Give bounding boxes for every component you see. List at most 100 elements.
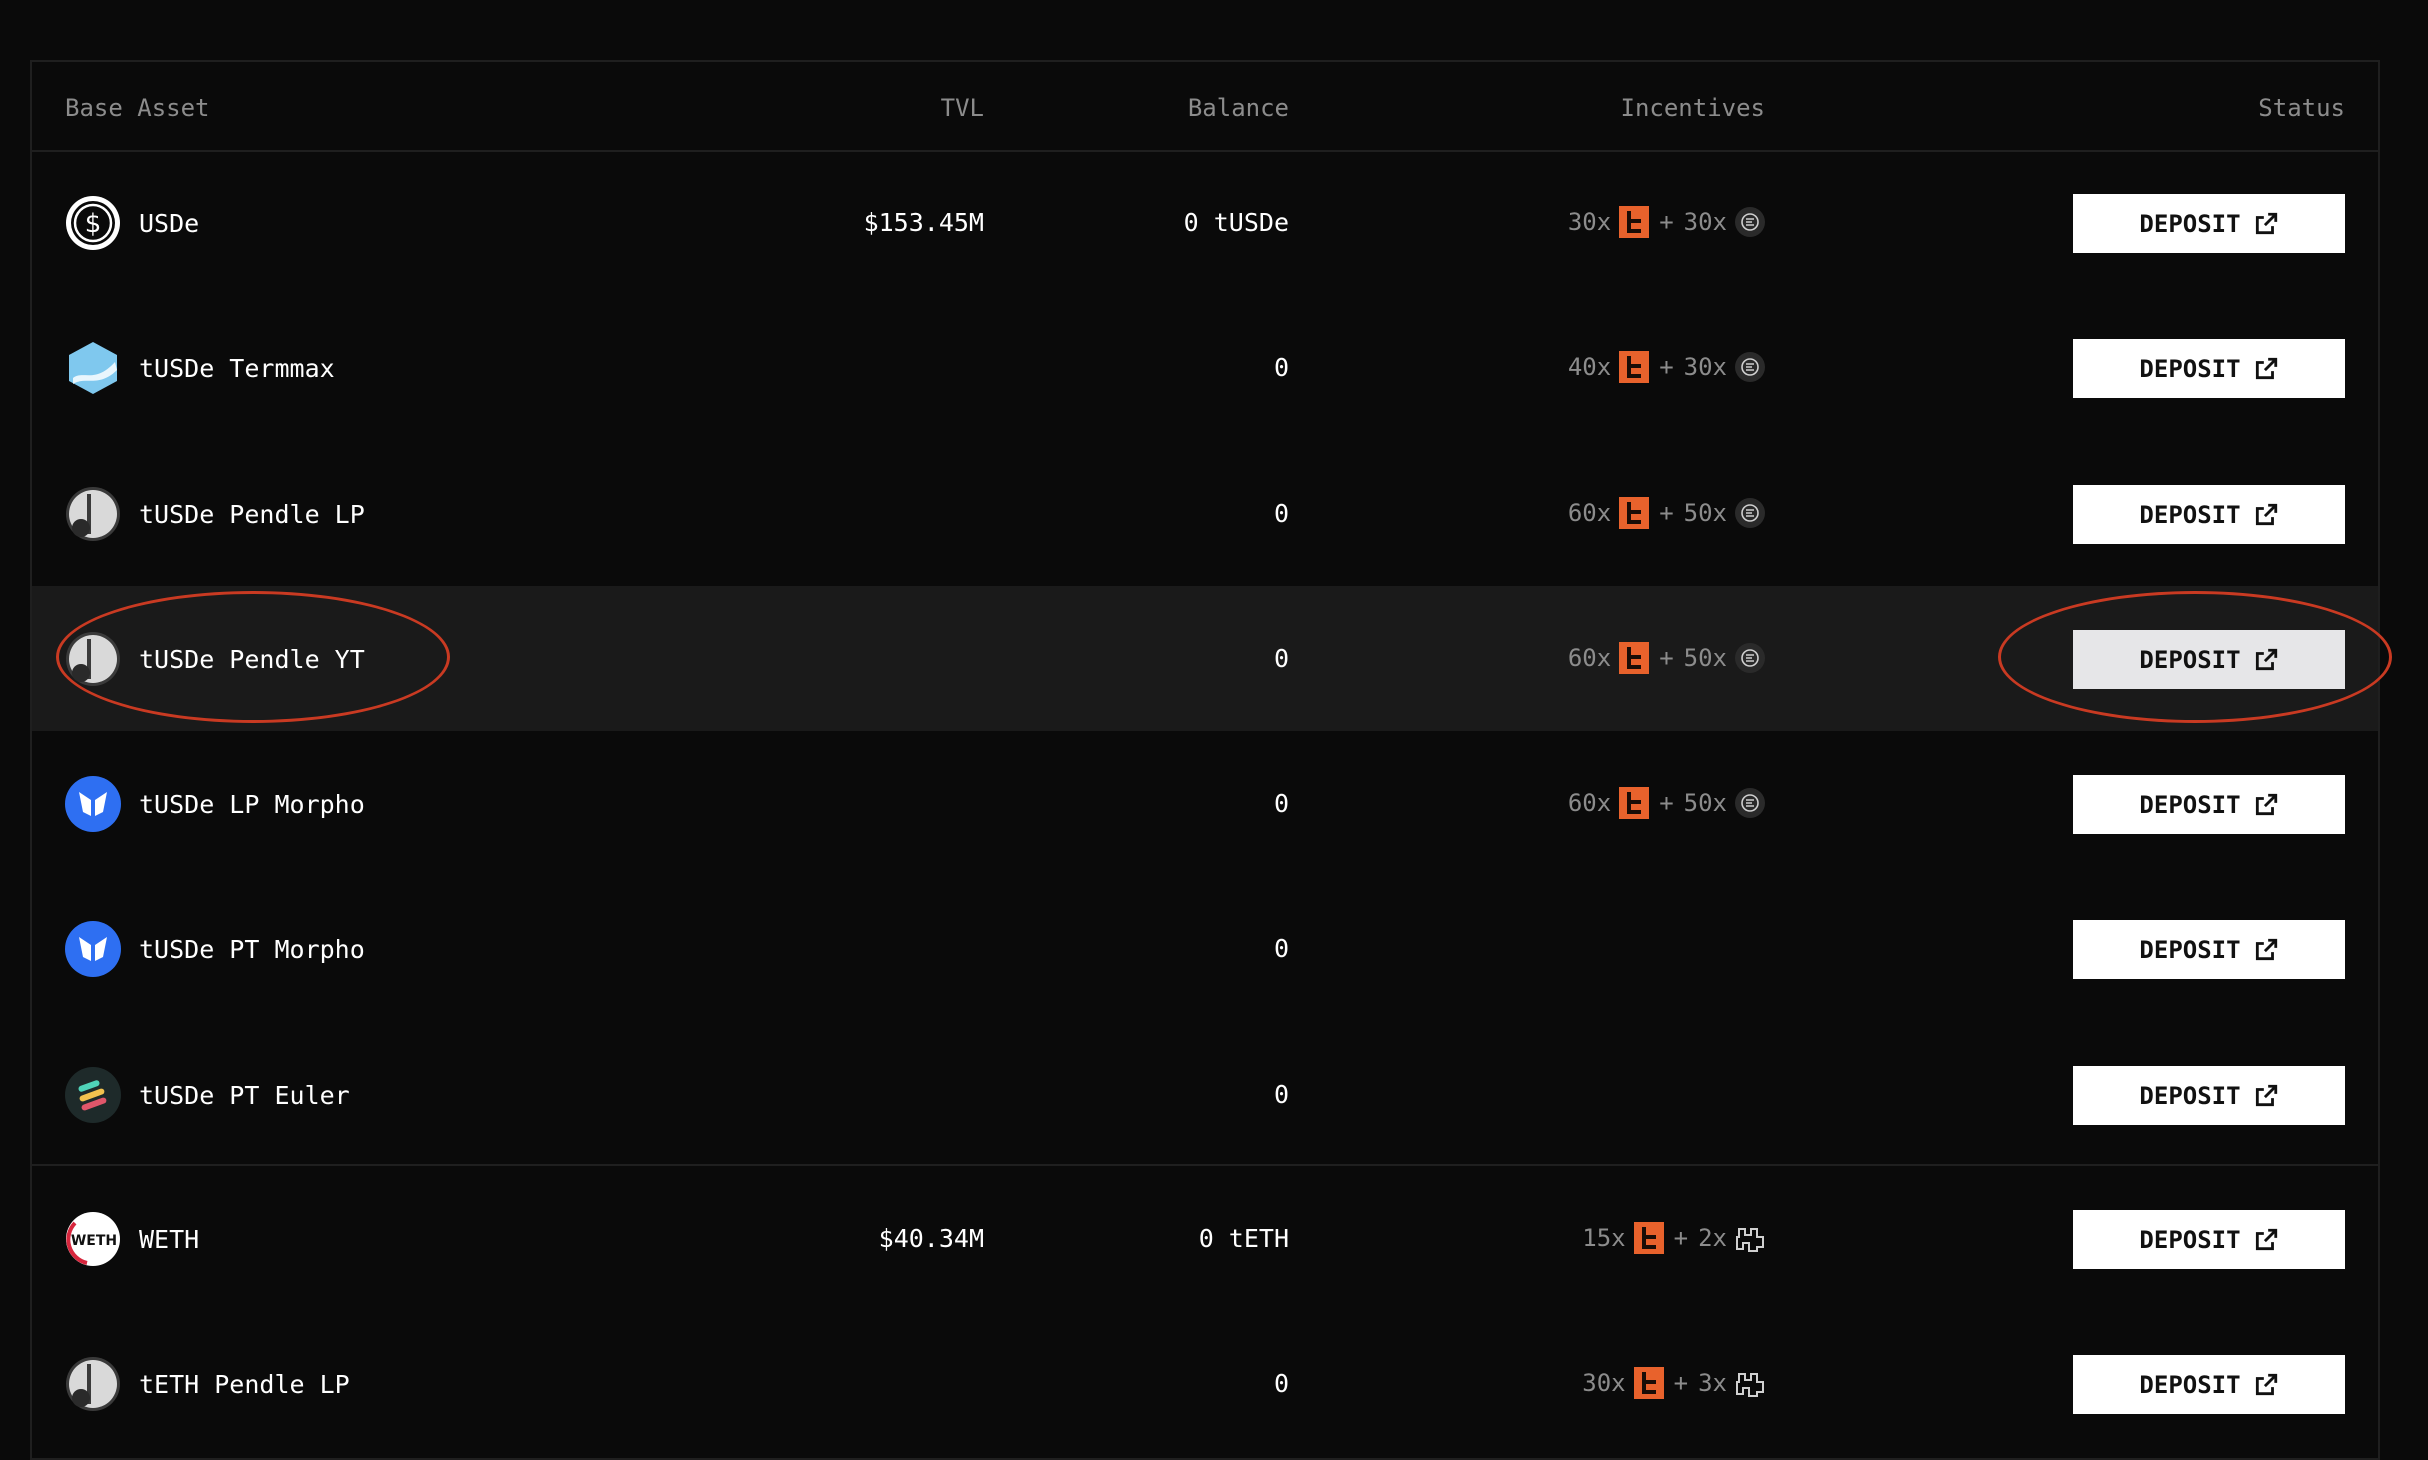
points-token-icon [1619, 642, 1650, 674]
deposit-button[interactable]: DEPOSIT [2073, 630, 2345, 689]
external-link-icon [2255, 648, 2277, 670]
incentive-multiplier-secondary: 30x [1683, 353, 1727, 381]
balance-value: 0 tETH [1198, 1224, 1289, 1253]
base-asset: $ USDe [65, 194, 199, 252]
asset-name: tUSDe PT Euler [139, 1080, 350, 1110]
external-link-icon [2255, 793, 2277, 815]
incentives: 40x +30x [1568, 349, 1765, 385]
ethena-icon [1735, 498, 1765, 528]
deposit-button[interactable]: DEPOSIT [2073, 194, 2345, 253]
assets-table: Base Asset TVL Balance Incentives Status… [30, 60, 2380, 1460]
eigen-icon [1735, 1223, 1765, 1253]
table-row: tUSDe Pendle LP 0 60x +50x DEPOSIT [32, 441, 2378, 586]
base-asset: tUSDe PT Morpho [65, 920, 365, 978]
deposit-label: DEPOSIT [2139, 209, 2241, 238]
ethena-icon [1735, 352, 1765, 382]
base-asset: tETH Pendle LP [65, 1355, 350, 1413]
deposit-label: DEPOSIT [2139, 354, 2241, 383]
incentive-multiplier-primary: 60x [1567, 644, 1612, 672]
asset-name: tUSDe Pendle LP [139, 499, 365, 529]
incentive-multiplier-primary: 60x [1567, 789, 1612, 817]
deposit-button[interactable]: DEPOSIT [2073, 920, 2345, 979]
external-link-icon [2255, 503, 2277, 525]
pendle-icon [65, 1356, 121, 1412]
deposit-label: DEPOSIT [2139, 1370, 2241, 1399]
deposit-button[interactable]: DEPOSIT [2073, 775, 2345, 834]
table-row: tETH Pendle LP 0 30x +3x DEPOSIT [32, 1311, 2378, 1456]
base-asset: tUSDe LP Morpho [65, 775, 365, 833]
table-row: tUSDe PT Morpho 0 DEPOSIT [32, 876, 2378, 1021]
balance-value: 0 [1273, 1080, 1289, 1109]
points-token-icon [1619, 206, 1650, 238]
table-header: Base Asset TVL Balance Incentives Status [32, 62, 2378, 152]
table-row: tUSDe LP Morpho 0 60x +50x DEPOSIT [32, 731, 2378, 876]
plus-sign: + [1673, 1369, 1689, 1397]
svg-text:$: $ [85, 209, 102, 239]
morpho-icon [65, 921, 121, 977]
incentive-multiplier-secondary: 50x [1683, 499, 1727, 527]
deposit-button[interactable]: DEPOSIT [2073, 1355, 2345, 1414]
incentives: 60x +50x [1568, 785, 1765, 821]
deposit-button[interactable]: DEPOSIT [2073, 485, 2345, 544]
deposit-button[interactable]: DEPOSIT [2073, 1066, 2345, 1125]
header-incentives: Incentives [1620, 94, 1766, 122]
asset-name: tUSDe Pendle YT [139, 644, 365, 674]
base-asset: tUSDe Termmax [65, 339, 335, 397]
external-link-icon [2255, 1228, 2277, 1250]
morpho-icon [65, 776, 121, 832]
header-base-asset: Base Asset [65, 94, 210, 122]
weth-icon: WETH [65, 1211, 121, 1267]
tvl-value: $40.34M [878, 1224, 984, 1253]
asset-name: USDe [139, 208, 200, 238]
deposit-label: DEPOSIT [2139, 1225, 2241, 1254]
eigen-icon [1735, 1368, 1765, 1398]
incentive-multiplier-secondary: 30x [1683, 208, 1727, 236]
pendle-icon [65, 631, 121, 687]
incentive-multiplier-primary: 30x [1567, 208, 1612, 236]
euler-icon [65, 1067, 121, 1123]
header-tvl: TVL [940, 94, 984, 122]
balance-value: 0 [1273, 499, 1289, 528]
table-row: $ USDe $153.45M 0 tUSDe 30x +30x DEPOSIT [32, 150, 2378, 295]
base-asset: tUSDe PT Euler [65, 1066, 350, 1124]
incentive-multiplier-primary: 15x [1582, 1224, 1626, 1252]
plus-sign: + [1659, 208, 1674, 236]
external-link-icon [2255, 938, 2277, 960]
termmax-icon [65, 340, 121, 396]
external-link-icon [2255, 212, 2277, 234]
tvl-value: $153.45M [863, 208, 984, 237]
deposit-button[interactable]: DEPOSIT [2073, 1210, 2345, 1269]
external-link-icon [2255, 1373, 2277, 1395]
deposit-button[interactable]: DEPOSIT [2073, 339, 2345, 398]
table-row: tUSDe PT Euler 0 DEPOSIT [32, 1022, 2378, 1167]
ethena-icon [1735, 207, 1765, 237]
asset-name: tETH Pendle LP [139, 1369, 350, 1399]
points-token-icon [1619, 787, 1650, 819]
ethena-icon [1735, 788, 1765, 818]
balance-value: 0 [1273, 1369, 1289, 1398]
incentives: 30x +30x [1568, 204, 1765, 240]
pendle-icon [65, 486, 121, 542]
svg-text:WETH: WETH [71, 1233, 117, 1249]
plus-sign: + [1673, 1224, 1689, 1252]
header-status: Status [2258, 94, 2345, 122]
balance-value: 0 [1273, 644, 1289, 673]
table-row: tUSDe Pendle YT 0 60x +50x DEPOSIT [32, 586, 2378, 731]
ethena-icon [1735, 643, 1765, 673]
plus-sign: + [1659, 789, 1674, 817]
external-link-icon [2255, 1084, 2277, 1106]
incentive-multiplier-primary: 30x [1582, 1369, 1626, 1397]
balance-value: 0 [1273, 789, 1289, 818]
plus-sign: + [1659, 499, 1674, 527]
plus-sign: + [1659, 644, 1674, 672]
incentive-multiplier-secondary: 3x [1698, 1369, 1727, 1397]
incentive-multiplier-secondary: 50x [1683, 644, 1727, 672]
external-link-icon [2255, 357, 2277, 379]
points-token-icon [1633, 1222, 1664, 1254]
plus-sign: + [1659, 353, 1674, 381]
asset-name: tUSDe LP Morpho [139, 789, 365, 819]
asset-name: tUSDe Termmax [139, 353, 335, 383]
incentives: 15x +2x [1582, 1220, 1765, 1256]
incentive-multiplier-primary: 40x [1567, 353, 1612, 381]
incentives: 60x +50x [1568, 640, 1765, 676]
